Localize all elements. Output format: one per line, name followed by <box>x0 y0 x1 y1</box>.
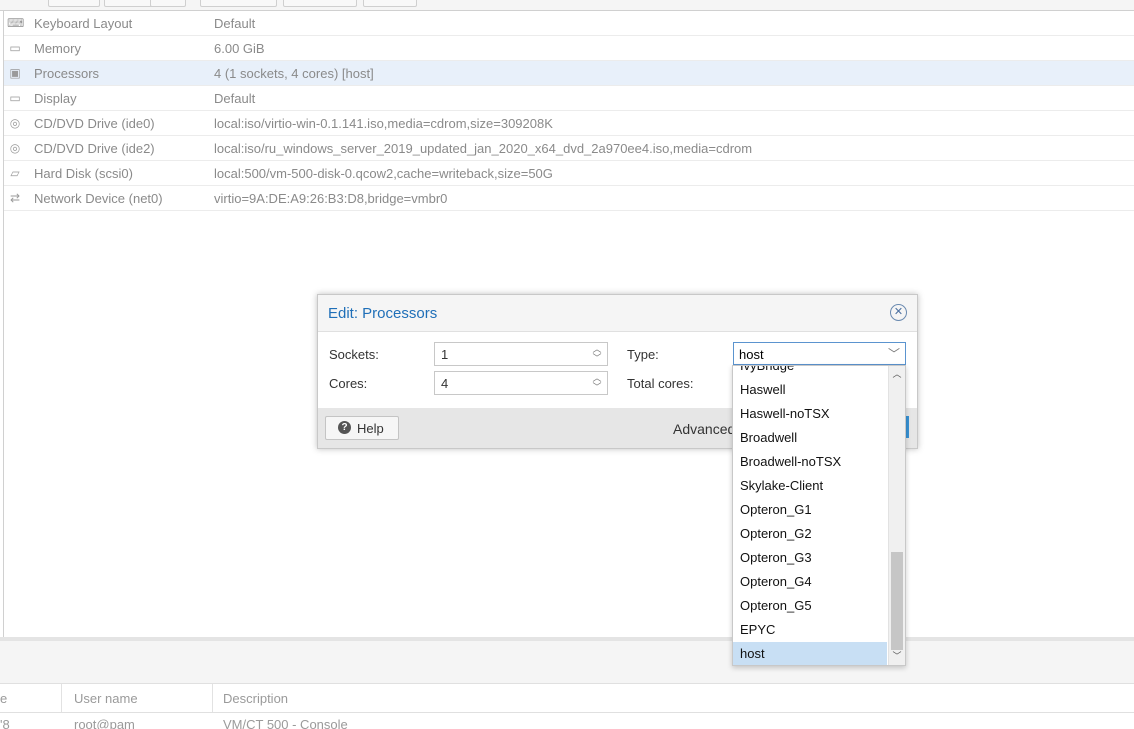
hardware-row-keyboard[interactable]: ⌨ Keyboard Layout Default <box>4 11 1134 36</box>
hardware-name: CD/DVD Drive (ide0) <box>34 116 155 131</box>
hardware-row-cdrom-ide0[interactable]: ◎ CD/DVD Drive (ide0) local:iso/virtio-w… <box>4 111 1134 136</box>
cpu-type-option[interactable]: host <box>733 642 887 665</box>
toolbar-button[interactable] <box>363 0 417 7</box>
spin-up-icon[interactable]: ︿ <box>592 374 602 383</box>
scrollbar-thumb[interactable] <box>891 552 903 650</box>
sockets-value: 1 <box>441 347 449 362</box>
cdrom-icon: ◎ <box>9 141 21 155</box>
toolbar-button[interactable] <box>48 0 100 7</box>
task-id: '8 <box>0 717 10 729</box>
hardware-name: CD/DVD Drive (ide2) <box>34 141 155 156</box>
network-icon: ⇄ <box>9 191 21 205</box>
chevron-down-icon[interactable]: ﹀ <box>888 345 900 362</box>
sockets-field[interactable]: 1 ︿ ﹀ <box>434 342 608 366</box>
hardware-value: 6.00 GiB <box>214 41 265 56</box>
column-header-user[interactable]: User name <box>74 691 138 706</box>
total-cores-label: Total cores: <box>627 376 694 391</box>
cpu-type-option[interactable]: Broadwell-noTSX <box>733 450 887 474</box>
cpu-type-option[interactable]: IvyBridge <box>733 366 887 378</box>
memory-icon: ▭ <box>9 41 21 55</box>
toolbar-button[interactable] <box>283 0 357 7</box>
processor-icon: ▣ <box>9 66 21 80</box>
cores-value: 4 <box>441 376 449 391</box>
type-value: host <box>739 347 764 362</box>
sockets-label: Sockets: <box>329 347 379 362</box>
task-user: root@pam <box>74 717 135 729</box>
cpu-type-option[interactable]: EPYC <box>733 618 887 642</box>
hardware-name: Network Device (net0) <box>34 191 163 206</box>
toolbar <box>0 0 1134 11</box>
keyboard-icon: ⌨ <box>7 16 25 30</box>
task-log-header: e User name Description <box>0 683 1134 713</box>
hardware-row-network[interactable]: ⇄ Network Device (net0) virtio=9A:DE:A9:… <box>4 186 1134 211</box>
cpu-type-option[interactable]: Opteron_G4 <box>733 570 887 594</box>
cpu-type-option[interactable]: Haswell <box>733 378 887 402</box>
hardware-value: 4 (1 sockets, 4 cores) [host] <box>214 66 374 81</box>
toolbar-button[interactable] <box>150 0 186 7</box>
scroll-up-icon[interactable]: ︿ <box>889 367 905 381</box>
column-header-partial[interactable]: e <box>0 691 7 706</box>
hardware-row-hard-disk[interactable]: ▱ Hard Disk (scsi0) local:500/vm-500-dis… <box>4 161 1134 186</box>
close-icon[interactable]: ✕ <box>890 304 907 321</box>
task-log-panel: e User name Description '8 root@pam VM/C… <box>0 637 1134 729</box>
advanced-checkbox-label[interactable]: Advanced <box>673 421 735 437</box>
cpu-type-option[interactable]: Haswell-noTSX <box>733 402 887 426</box>
cores-label: Cores: <box>329 376 368 391</box>
cpu-type-option[interactable]: Broadwell <box>733 426 887 450</box>
hardware-name: Processors <box>34 66 100 81</box>
scroll-down-icon[interactable]: ﹀ <box>889 649 905 663</box>
toolbar-button[interactable] <box>200 0 277 7</box>
hardware-name: Keyboard Layout <box>34 16 133 31</box>
help-button[interactable]: ? Help <box>325 416 399 440</box>
spin-down-icon[interactable]: ﹀ <box>592 354 602 363</box>
display-icon: ▭ <box>9 91 21 105</box>
cpu-type-option[interactable]: Skylake-Client <box>733 474 887 498</box>
hardware-row-memory[interactable]: ▭ Memory 6.00 GiB <box>4 36 1134 61</box>
cpu-type-option[interactable]: Opteron_G1 <box>733 498 887 522</box>
help-label: Help <box>357 421 384 436</box>
cpu-type-option[interactable]: Opteron_G5 <box>733 594 887 618</box>
hardware-row-cdrom-ide2[interactable]: ◎ CD/DVD Drive (ide2) local:iso/ru_windo… <box>4 136 1134 161</box>
task-log-row[interactable]: '8 root@pam VM/CT 500 - Console <box>0 713 1134 729</box>
type-combobox[interactable]: host ﹀ <box>733 342 906 365</box>
help-icon: ? <box>338 421 351 434</box>
spin-down-icon[interactable]: ﹀ <box>592 383 602 392</box>
hardware-name: Memory <box>34 41 81 56</box>
column-separator <box>212 684 213 712</box>
spin-up-icon[interactable]: ︿ <box>592 345 602 354</box>
task-description: VM/CT 500 - Console <box>223 717 348 729</box>
hardware-name: Hard Disk (scsi0) <box>34 166 133 181</box>
hardware-value: local:500/vm-500-disk-0.qcow2,cache=writ… <box>214 166 553 181</box>
column-separator <box>61 684 62 712</box>
column-header-description[interactable]: Description <box>223 691 288 706</box>
cpu-type-list: IvyBridge Haswell Haswell-noTSX Broadwell Br… <box>733 366 887 665</box>
hard-disk-icon: ▱ <box>10 166 20 180</box>
cdrom-icon: ◎ <box>9 116 21 130</box>
cpu-type-dropdown: IvyBridge Haswell Haswell-noTSX Broadwell Br… <box>732 365 906 666</box>
hardware-name: Display <box>34 91 77 106</box>
scrollbar[interactable]: ︿ ﹀ <box>888 366 905 665</box>
hardware-value: virtio=9A:DE:A9:26:B3:D8,bridge=vmbr0 <box>214 191 448 206</box>
dialog-title: Edit: Processors <box>328 305 438 322</box>
hardware-value: local:iso/virtio-win-0.1.141.iso,media=c… <box>214 116 553 131</box>
hardware-value: Default <box>214 91 256 106</box>
cpu-type-option[interactable]: Opteron_G3 <box>733 546 887 570</box>
hardware-value: Default <box>214 16 256 31</box>
hardware-value: local:iso/ru_windows_server_2019_updated… <box>214 141 753 156</box>
cores-field[interactable]: 4 ︿ ﹀ <box>434 371 608 395</box>
cpu-type-option[interactable]: Opteron_G2 <box>733 522 887 546</box>
hardware-row-processors[interactable]: ▣ Processors 4 (1 sockets, 4 cores) [hos… <box>4 61 1134 86</box>
type-label: Type: <box>627 347 659 362</box>
hardware-row-display[interactable]: ▭ Display Default <box>4 86 1134 111</box>
